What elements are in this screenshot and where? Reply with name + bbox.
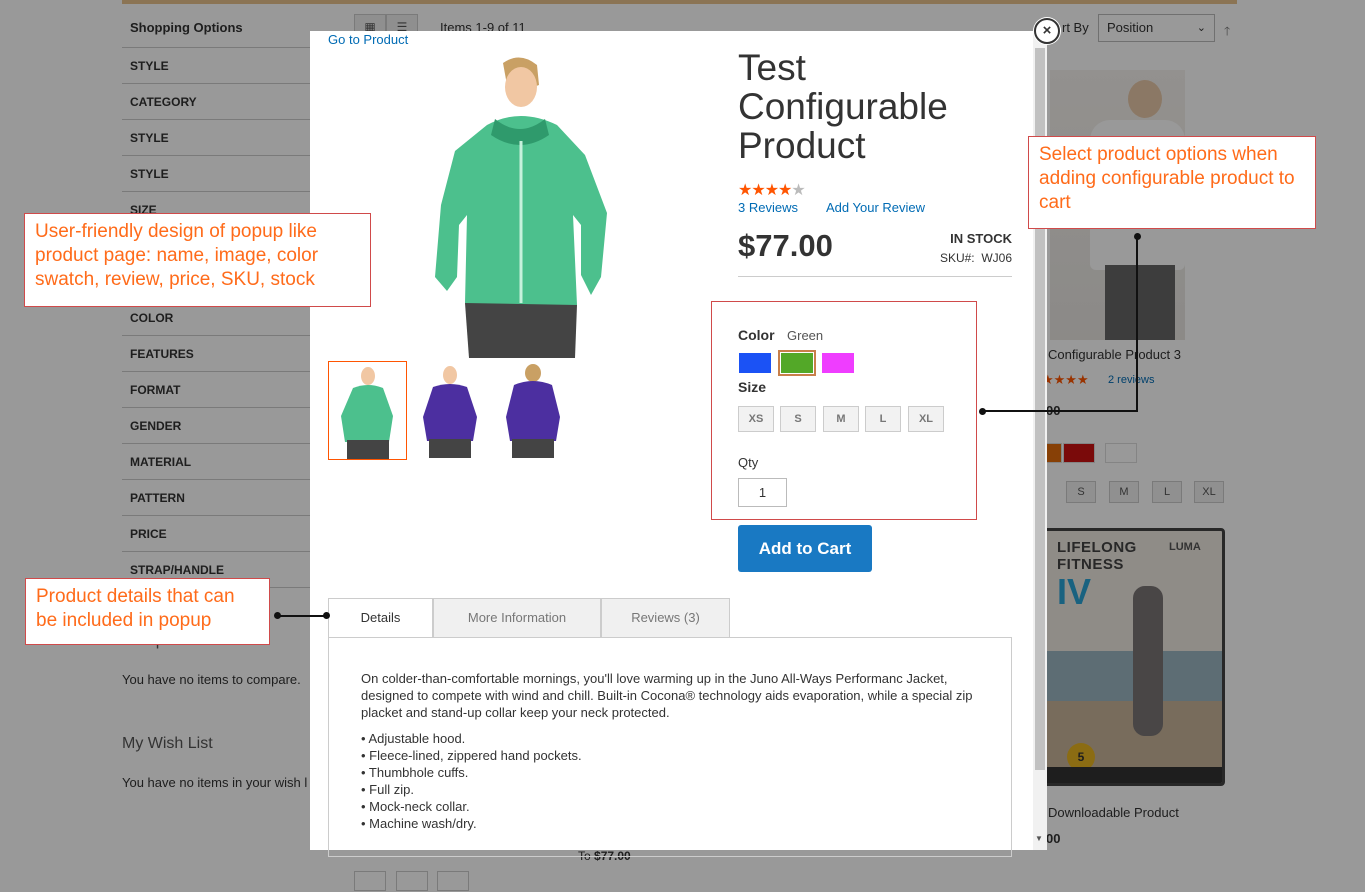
sku-value: WJ06 xyxy=(981,251,1012,265)
thumbnail-1[interactable] xyxy=(328,361,407,460)
product-title: Test Configurable Product xyxy=(738,47,948,166)
divider xyxy=(738,276,1012,277)
feature-item: • Fleece-lined, zippered hand pockets. xyxy=(361,748,582,763)
design-callout: User-friendly design of popup like produ… xyxy=(24,213,371,307)
thumbnail-image xyxy=(494,361,571,458)
connector-dot xyxy=(979,408,986,415)
star-empty-icon: ★ xyxy=(791,182,805,199)
details-callout: Product details that can be included in … xyxy=(25,578,270,645)
go-to-product-link[interactable]: Go to Product xyxy=(328,32,408,47)
scroll-down-arrow-icon[interactable]: ▼ xyxy=(1035,834,1043,843)
tab-details[interactable]: Details xyxy=(328,598,433,638)
thumbnail-3[interactable] xyxy=(494,361,573,460)
feature-item: • Full zip. xyxy=(361,782,414,797)
thumbnail-2[interactable] xyxy=(411,361,490,460)
add-review-link[interactable]: Add Your Review xyxy=(826,200,925,215)
stock-status: IN STOCK xyxy=(950,231,1012,246)
feature-item: • Adjustable hood. xyxy=(361,731,466,746)
feature-item: • Machine wash/dry. xyxy=(361,816,477,831)
add-to-cart-button[interactable]: Add to Cart xyxy=(738,525,872,572)
connector-line xyxy=(278,615,328,617)
options-callout: Select product options when adding confi… xyxy=(1028,136,1316,229)
close-icon[interactable]: × xyxy=(1034,18,1060,44)
thumbnail-image xyxy=(411,361,488,458)
connector-dot xyxy=(323,612,330,619)
sku-label: SKU#: xyxy=(939,251,975,265)
connector-dot xyxy=(1134,233,1141,240)
connector-line xyxy=(1136,237,1138,412)
star-filled-icon: ★★★★ xyxy=(738,182,792,199)
connector-line xyxy=(983,410,1138,412)
feature-list: • Adjustable hood. • Fleece-lined, zippe… xyxy=(361,730,582,832)
main-product-image[interactable] xyxy=(425,55,615,358)
feature-item: • Mock-neck collar. xyxy=(361,799,470,814)
product-description: On colder-than-comfortable mornings, you… xyxy=(361,671,973,720)
feature-item: • Thumbhole cuffs. xyxy=(361,765,469,780)
product-sku: SKU#: WJ06 xyxy=(880,251,1012,265)
thumbnail-image xyxy=(329,362,406,459)
connector-dot xyxy=(274,612,281,619)
product-price: $77.00 xyxy=(738,228,833,263)
tab-more-information[interactable]: More Information xyxy=(433,598,601,638)
options-highlight-box xyxy=(711,301,977,520)
reviews-count-link[interactable]: 3 Reviews xyxy=(738,200,798,215)
rating-stars: ★★★★★ xyxy=(738,180,806,200)
tab-reviews[interactable]: Reviews (3) xyxy=(601,598,730,638)
